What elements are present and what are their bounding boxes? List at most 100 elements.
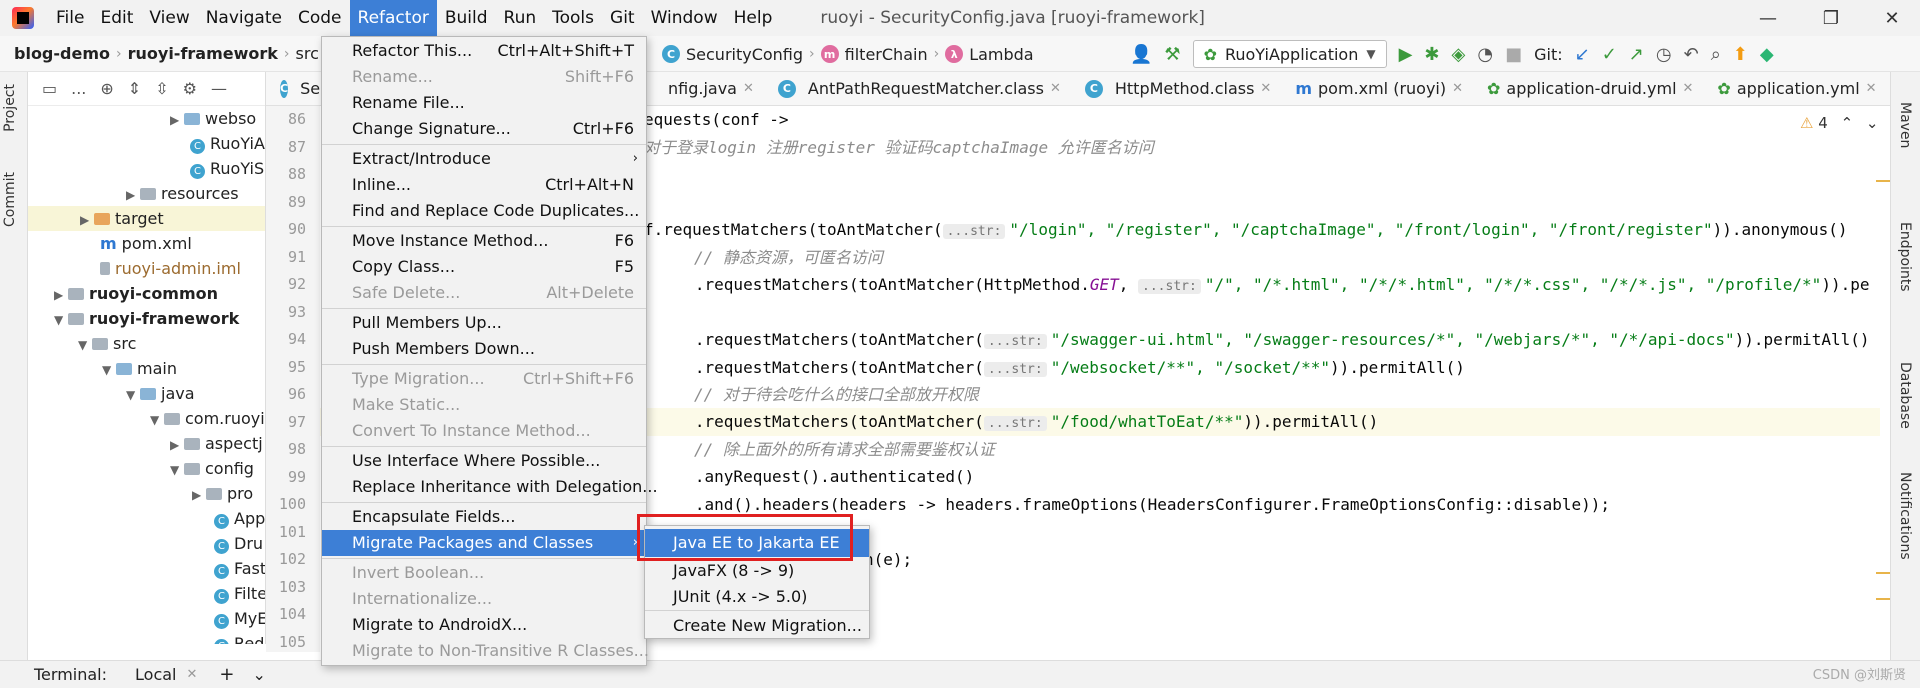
breadcrumb-method[interactable]: filterChain: [845, 45, 928, 64]
tab-application-yml[interactable]: ✿ application.yml ✕: [1705, 72, 1888, 106]
breadcrumb-lambda[interactable]: Lambda: [969, 45, 1033, 64]
debug-icon[interactable]: ✱: [1424, 44, 1439, 65]
project-view-label[interactable]: ...: [71, 79, 86, 98]
profile-icon[interactable]: ◔: [1477, 44, 1493, 65]
maven-tool-tab[interactable]: Maven: [1897, 102, 1913, 148]
chevron-down-icon[interactable]: ⌄: [252, 665, 265, 684]
menu-item-encapsulate-fields[interactable]: Encapsulate Fields...: [322, 504, 646, 530]
tree-item[interactable]: C RuoYiA: [28, 131, 265, 156]
close-window-button[interactable]: ✕: [1864, 0, 1920, 36]
menu-item-refactor-this[interactable]: Refactor This... Ctrl+Alt+Shift+T: [322, 38, 646, 64]
git-push-icon[interactable]: ↗: [1629, 44, 1644, 65]
tree-item[interactable]: C Filte: [28, 581, 265, 606]
menu-help[interactable]: Help: [726, 0, 781, 36]
submenu-item-junit[interactable]: JUnit (4.x -> 5.0): [645, 583, 869, 611]
tree-item[interactable]: ▶ aspectj: [28, 431, 265, 456]
menu-item-use-interface[interactable]: Use Interface Where Possible...: [322, 448, 646, 474]
terminal-tab-local[interactable]: Local: [135, 665, 176, 684]
tab-security-config[interactable]: C Se: [266, 72, 326, 106]
plugin-icon[interactable]: ◆: [1760, 44, 1774, 65]
tree-item[interactable]: C Fast: [28, 556, 265, 581]
menu-tools[interactable]: Tools: [544, 0, 602, 36]
menu-build[interactable]: Build: [437, 0, 496, 36]
tab-pom-xml[interactable]: m pom.xml (ruoyi) ✕: [1283, 72, 1475, 106]
menu-item-change-signature[interactable]: Change Signature... Ctrl+F6: [322, 116, 646, 142]
user-icon[interactable]: 👤: [1130, 44, 1152, 65]
menu-code[interactable]: Code: [290, 0, 350, 36]
close-icon[interactable]: ✕: [1050, 72, 1061, 106]
minimize-button[interactable]: —: [1740, 0, 1796, 36]
menu-run[interactable]: Run: [496, 0, 545, 36]
menu-item-push-members-down[interactable]: Push Members Down...: [322, 336, 646, 362]
tree-item[interactable]: C RuoYiS: [28, 156, 265, 181]
menu-item-migrate-non-transitive-r[interactable]: Migrate to Non-Transitive R Classes...: [322, 638, 649, 664]
scroll-marker[interactable]: [1876, 572, 1890, 574]
menu-item-pull-members-up[interactable]: Pull Members Up...: [322, 310, 646, 336]
tree-item[interactable]: ruoyi-admin.iml: [28, 256, 265, 281]
collapse-all-icon[interactable]: ⇳: [155, 79, 168, 98]
menu-item-make-static[interactable]: Make Static...: [322, 392, 646, 418]
tree-item[interactable]: C App: [28, 506, 265, 531]
locate-icon[interactable]: ⊕: [100, 79, 113, 98]
hide-icon[interactable]: —: [211, 79, 227, 98]
tree-item[interactable]: ▶ target: [28, 206, 265, 231]
history-icon[interactable]: ◷: [1656, 44, 1672, 65]
rollback-icon[interactable]: ↶: [1684, 44, 1699, 65]
menu-item-migrate-androidx[interactable]: Migrate to AndroidX...: [322, 612, 646, 638]
run-configuration-select[interactable]: ✿ RuoYiApplication ▼: [1192, 40, 1387, 68]
menu-item-convert-to-instance-method[interactable]: Convert To Instance Method...: [322, 418, 646, 444]
close-icon[interactable]: ✕: [1452, 72, 1463, 106]
tree-item[interactable]: ▼ main: [28, 356, 265, 381]
git-commit-icon[interactable]: ✓: [1602, 44, 1617, 65]
stop-icon[interactable]: ■: [1505, 44, 1522, 65]
menu-item-safe-delete[interactable]: Safe Delete... Alt+Delete: [322, 280, 646, 306]
tree-item[interactable]: ▼ java: [28, 381, 265, 406]
menu-view[interactable]: View: [141, 0, 197, 36]
restore-button[interactable]: ❐: [1803, 0, 1859, 36]
tree-item[interactable]: C Red: [28, 631, 265, 644]
expand-all-icon[interactable]: ⇕: [128, 79, 141, 98]
tree-item[interactable]: m pom.xml: [28, 231, 265, 256]
tree-item[interactable]: ▼ src: [28, 331, 265, 356]
build-hammer-icon[interactable]: ⚒: [1164, 44, 1180, 65]
menu-item-internationalize[interactable]: Internationalize...: [322, 586, 646, 612]
search-icon[interactable]: ⌕: [1711, 44, 1721, 65]
menu-file[interactable]: File: [48, 0, 92, 36]
run-icon[interactable]: ▶: [1399, 44, 1413, 65]
menu-navigate[interactable]: Navigate: [198, 0, 290, 36]
tree-item[interactable]: ▼ config: [28, 456, 265, 481]
tree-item[interactable]: ▼ com.ruoyi: [28, 406, 265, 431]
menu-item-find-replace-duplicates[interactable]: Find and Replace Code Duplicates...: [322, 198, 646, 224]
panel-icon[interactable]: ▭: [42, 79, 57, 98]
close-icon[interactable]: ✕: [1260, 72, 1271, 106]
menu-item-replace-inheritance[interactable]: Replace Inheritance with Delegation...: [322, 474, 658, 500]
notifications-tool-tab[interactable]: Notifications: [1897, 472, 1913, 560]
tree-item[interactable]: C Dru: [28, 531, 265, 556]
close-icon[interactable]: ✕: [1866, 72, 1877, 106]
submenu-item-create-new-migration[interactable]: Create New Migration...: [645, 612, 869, 640]
scroll-marker[interactable]: [1876, 180, 1890, 182]
menu-item-copy-class[interactable]: Copy Class... F5: [322, 254, 646, 280]
menu-refactor[interactable]: Refactor: [349, 0, 437, 36]
breadcrumb-project[interactable]: blog-demo: [14, 44, 110, 63]
database-tool-tab[interactable]: Database: [1897, 362, 1913, 429]
submenu-item-javafx[interactable]: JavaFX (8 -> 9): [645, 557, 869, 585]
tree-item[interactable]: ▶ pro: [28, 481, 265, 506]
chevron-up-icon[interactable]: ⌃: [1841, 114, 1854, 132]
coverage-icon[interactable]: ◈: [1452, 44, 1466, 65]
commit-tool-tab[interactable]: Commit: [2, 172, 18, 227]
breadcrumb-class[interactable]: SecurityConfig: [686, 45, 803, 64]
menu-item-invert-boolean[interactable]: Invert Boolean...: [322, 560, 646, 586]
menu-item-move-instance-method[interactable]: Move Instance Method... F6: [322, 228, 646, 254]
update-icon[interactable]: ⬆: [1733, 44, 1748, 65]
endpoints-tool-tab[interactable]: Endpoints: [1897, 222, 1913, 292]
breadcrumb-src[interactable]: src: [296, 44, 319, 63]
tree-item[interactable]: ▶ ruoyi-common: [28, 281, 265, 306]
gear-icon[interactable]: ⚙: [183, 79, 197, 98]
tree-item[interactable]: ▼ ruoyi-framework: [28, 306, 265, 331]
tree-item[interactable]: ▶ webso: [28, 106, 265, 131]
tab-http-method[interactable]: C HttpMethod.class ✕: [1073, 72, 1283, 106]
tab-config-java[interactable]: nfig.java ✕: [656, 72, 766, 106]
close-icon[interactable]: ✕: [1683, 72, 1694, 106]
menu-edit[interactable]: Edit: [92, 0, 141, 36]
